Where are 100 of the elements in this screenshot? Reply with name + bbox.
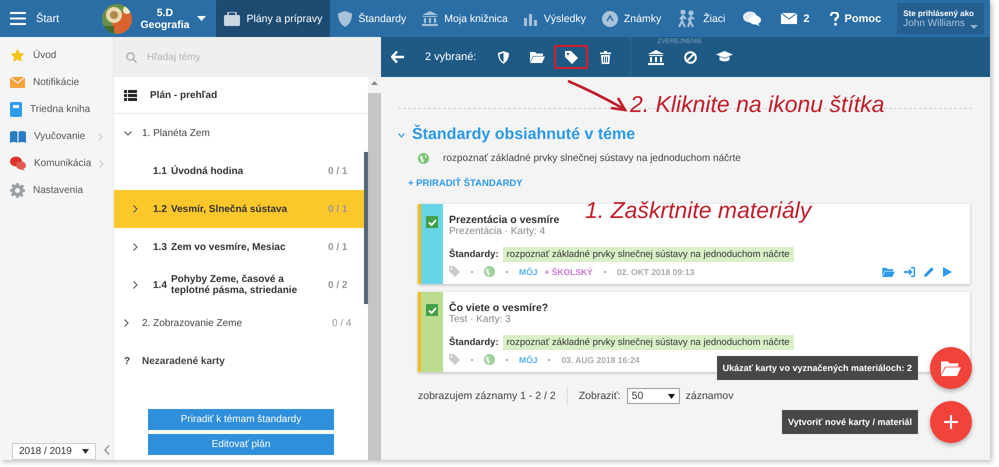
caret-icon [82, 449, 89, 454]
mail-button[interactable]: 2 [771, 0, 820, 37]
notebook-icon [10, 102, 22, 117]
separator-dot [506, 270, 508, 272]
arrow-left-icon [391, 51, 404, 63]
standard-tag: rozpoznať základné prvky slnečnej sústavy na jednoduchom náčrte [502, 247, 794, 262]
records-summary: zobrazujem záznamy 1 - 2 / 2 [418, 390, 556, 402]
scope-label: + ŠKOLSKÝ [544, 266, 593, 276]
tree-item[interactable]: ? Nezaradené karty [114, 342, 368, 380]
chevron-left-icon [104, 445, 110, 455]
separator-dot [604, 270, 606, 272]
trash-icon [600, 50, 611, 64]
bank-icon [648, 50, 664, 64]
play-button[interactable] [943, 266, 952, 276]
tooltip: Ukázať karty vo vyznačených materiáloch: 2 [716, 356, 918, 380]
globe-icon [484, 354, 495, 365]
sidebar-item[interactable]: Úvod [0, 42, 113, 69]
plus-icon [944, 415, 958, 429]
gear-icon [10, 183, 25, 198]
annotation-arrow [567, 80, 628, 112]
envelope-icon [10, 77, 25, 88]
sidebar-item[interactable]: Triedna kniha [0, 96, 113, 123]
annotation-text: 1. Zaškrtnite materiály [585, 197, 812, 224]
search-field[interactable]: Hľadaj témy [114, 37, 381, 77]
caret-icon [970, 25, 978, 29]
shield-icon [498, 50, 509, 64]
play-icon [943, 266, 952, 276]
separator-dot [471, 358, 473, 360]
chat-bubbles-icon [743, 11, 762, 26]
tree-item[interactable]: 1. Planéta Zem [114, 114, 368, 152]
start-menu-button[interactable]: Štart [0, 0, 92, 37]
globe-icon [418, 153, 429, 164]
standard-tag: rozpoznať základné prvky slnečnej sústavy na jednoduchom náčrte [502, 335, 794, 350]
chevron-right-icon [133, 205, 138, 213]
checkbox[interactable] [426, 304, 438, 316]
tree-item[interactable]: 2. Zobrazovanie Zeme 0 / 4 [114, 304, 368, 342]
help-button[interactable]: Pomoc [820, 0, 892, 37]
tooltip: Vytvoriť nové karty / materiál [782, 410, 918, 434]
nav-tab[interactable]: Štandardy [330, 0, 414, 37]
tag-icon [564, 50, 578, 64]
list-icon [124, 90, 137, 100]
star-icon [10, 48, 25, 63]
card-title[interactable]: Prezentácia o vesmíre [449, 214, 560, 226]
search-input[interactable]: Hľadaj témy [147, 50, 347, 64]
card-meta: Test · Karty: 3 [449, 314, 511, 325]
toolbar-button[interactable] [554, 45, 588, 69]
sign-in-icon [904, 266, 915, 276]
edit-button[interactable] [924, 266, 934, 276]
standard-text: rozpoznať základné prvky slnečnej sústavy na jednoduchom náčrte [443, 153, 741, 164]
separator-dot [506, 358, 508, 360]
nav-tab[interactable]: Výsledky [516, 0, 594, 37]
card-date: 02. OKT 2018 09:13 [616, 266, 694, 276]
shield-icon [338, 10, 352, 26]
selection-count: 2 vybrané: [425, 51, 476, 63]
folder-icon [530, 51, 545, 63]
folder-icon [941, 360, 961, 376]
ban-icon [684, 50, 697, 64]
open-folder-button[interactable] [882, 266, 895, 276]
action-button[interactable]: Editovať plán [148, 434, 334, 455]
action-button[interactable]: Priradiť k témam štandardy [148, 409, 334, 430]
card-title[interactable]: Čo viete o vesmíre? [449, 302, 548, 314]
globe-icon [484, 266, 495, 277]
grade-icon [602, 10, 618, 26]
pencil-icon [924, 266, 934, 276]
chevron-right-icon [124, 319, 129, 327]
card-date: 03. AUG 2018 16:24 [561, 354, 640, 364]
year-select[interactable]: 2018 / 2019 [12, 443, 96, 460]
checkbox[interactable] [426, 216, 438, 228]
tree-item[interactable]: 1.2 Vesmír, Slnečná sústava 0 / 1 [114, 190, 368, 228]
envelope-icon [781, 13, 798, 24]
search-icon [126, 52, 137, 62]
menu-icon [10, 12, 26, 25]
scroll-up-icon [371, 81, 378, 85]
class-selector[interactable]: 5.D Geografia [92, 0, 216, 37]
sidebar-item[interactable]: Notifikácie [0, 69, 113, 96]
standards-label: Štandardy: [449, 337, 499, 348]
scope-label: MÔJ [519, 266, 538, 276]
plan-overview-item[interactable]: Plán - prehľad [114, 77, 368, 114]
graduation-cap-icon [716, 51, 733, 63]
sidebar-item[interactable]: Nastavenia [0, 177, 113, 204]
standards-label: Štandardy: [449, 249, 499, 260]
question-mark-icon [830, 12, 839, 26]
user-menu[interactable]: Ste prihlásený ako John Williams [897, 3, 984, 34]
check-icon [428, 306, 436, 314]
nav-tab[interactable]: Plány a prípravy [216, 0, 330, 37]
open-book-icon [10, 130, 26, 143]
chevron-down-icon [124, 130, 132, 136]
sidebar-item[interactable]: Vyučovanie [0, 123, 113, 150]
sidebar-item[interactable]: Komunikácia [0, 150, 113, 177]
separator-dot [471, 270, 473, 272]
chevron-right-icon [133, 243, 138, 251]
chevron-down-icon [398, 132, 405, 138]
bar-chart-icon [524, 12, 538, 26]
nav-tab[interactable]: Známky [594, 0, 670, 37]
assign-button[interactable] [904, 266, 915, 276]
nav-tab[interactable]: Moja knižnica [414, 0, 516, 37]
folder-icon [882, 266, 895, 276]
page-size-select[interactable]: 50 [626, 388, 680, 404]
scrollbar[interactable] [368, 77, 381, 460]
nav-tab[interactable]: Žiaci [669, 0, 734, 37]
